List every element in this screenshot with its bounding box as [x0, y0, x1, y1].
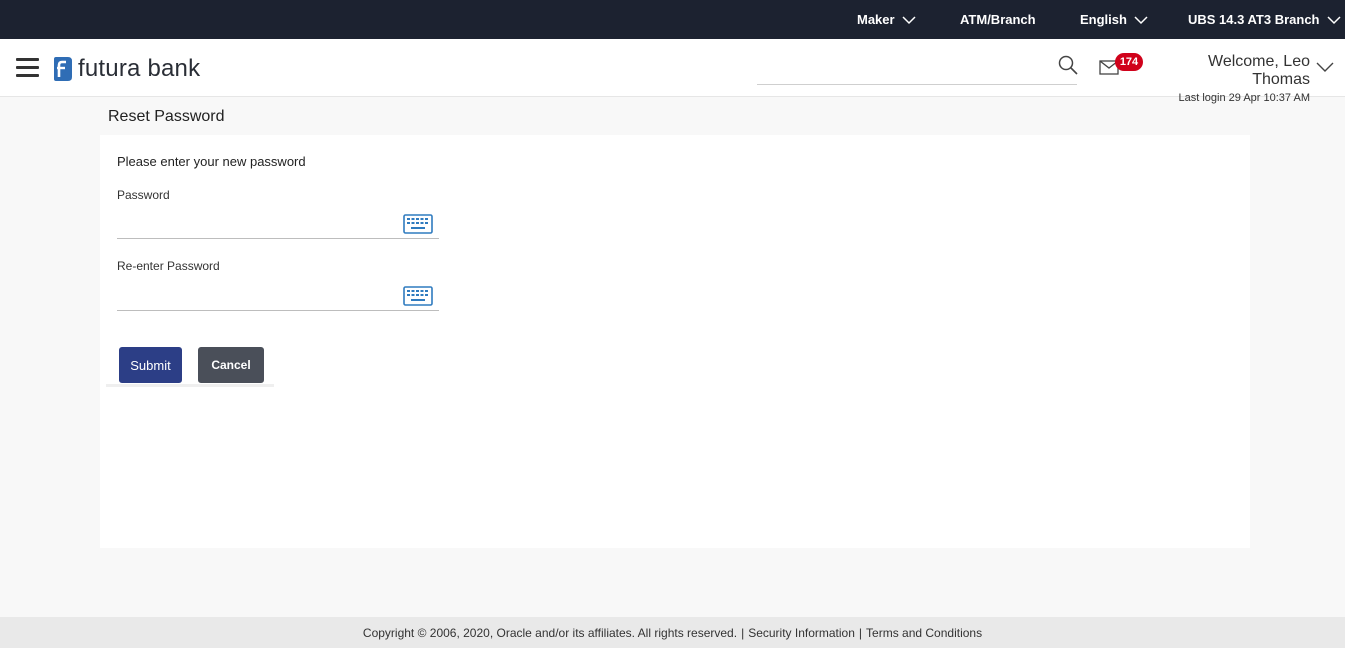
brand-logo[interactable]: futura bank [50, 54, 200, 84]
footer: Copyright © 2006, 2020, Oracle and/or it… [0, 617, 1345, 648]
security-information-link[interactable]: Security Information [748, 626, 855, 640]
last-login-text: Last login 29 Apr 10:37 AM [1178, 92, 1310, 104]
chevron-down-icon [1134, 15, 1148, 24]
entity-link[interactable]: ATM/Branch [960, 0, 1036, 39]
search-input[interactable] [757, 51, 1077, 85]
chevron-down-icon [1326, 15, 1341, 24]
footer-separator: | [741, 625, 745, 640]
terms-and-conditions-link[interactable]: Terms and Conditions [866, 626, 982, 640]
virtual-keyboard-icon[interactable] [403, 214, 433, 234]
reenter-password-label: Re-enter Password [117, 259, 220, 273]
entity-label: ATM/Branch [960, 12, 1036, 27]
search-icon[interactable] [1058, 55, 1078, 75]
chevron-down-icon[interactable] [1316, 60, 1334, 74]
role-label: Maker [857, 12, 895, 27]
password-field[interactable] [117, 209, 397, 237]
virtual-keyboard-icon[interactable] [403, 286, 433, 306]
submit-button[interactable]: Submit [119, 347, 182, 383]
password-field-wrapper [117, 209, 439, 239]
top-bar: Maker ATM/Branch English UBS 14.3 AT3 Br… [0, 0, 1345, 39]
system-dropdown[interactable]: UBS 14.3 AT3 Branch [1188, 0, 1341, 39]
welcome-text: Welcome, Leo Thomas [1208, 53, 1310, 88]
language-dropdown[interactable]: English [1080, 0, 1148, 39]
cancel-button[interactable]: Cancel [198, 347, 264, 383]
footer-separator: | [858, 625, 863, 640]
role-dropdown[interactable]: Maker [857, 0, 916, 39]
hamburger-icon[interactable] [16, 58, 39, 78]
page-title: Reset Password [108, 108, 225, 125]
chevron-down-icon [902, 15, 916, 24]
user-profile[interactable]: Welcome, Leo Thomas Last login 29 Apr 10… [1150, 53, 1310, 105]
brand-name: futura bank [78, 55, 201, 82]
instruction-text: Please enter your new password [117, 154, 306, 169]
notification-badge[interactable]: 174 [1115, 53, 1143, 71]
password-label: Password [117, 188, 170, 202]
system-label: UBS 14.3 AT3 Branch [1188, 12, 1320, 27]
action-buttons: Submit Cancel [106, 343, 274, 387]
futura-logo-icon [54, 57, 72, 81]
reset-password-card: Please enter your new password Password … [100, 135, 1250, 548]
reenter-password-field-wrapper [117, 281, 439, 311]
header: futura bank 174 Welcome, Leo Thomas Last… [0, 39, 1345, 104]
language-label: English [1080, 12, 1127, 27]
copyright-text: Copyright © 2006, 2020, Oracle and/or it… [362, 625, 738, 640]
reenter-password-field[interactable] [117, 281, 397, 309]
